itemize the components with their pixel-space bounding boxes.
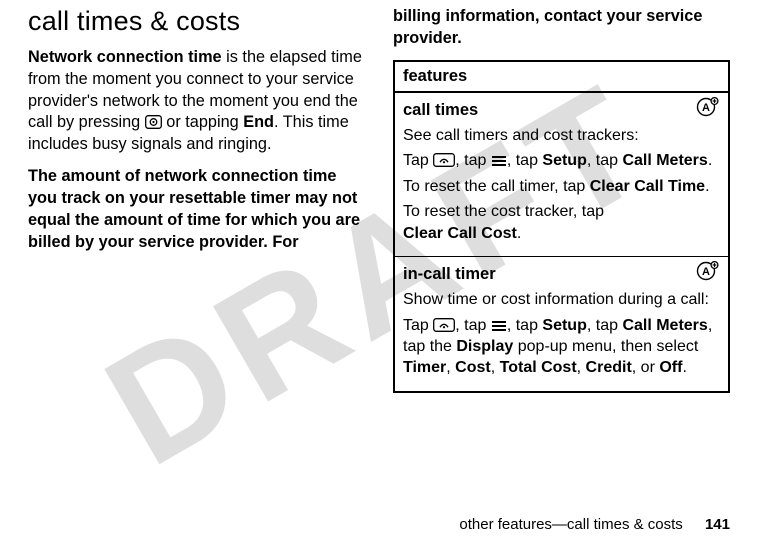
feature-instructions: Tap , tap , tap Setup, tap Call Meters. (403, 150, 720, 171)
text: To reset the call timer, tap (403, 178, 590, 195)
text: or tapping (162, 113, 243, 131)
call-meters-label: Call Meters (622, 152, 707, 169)
text: , tap (455, 152, 491, 169)
total-cost-option: Total Cost (500, 359, 577, 376)
sim-feature-icon: A (696, 97, 720, 123)
credit-option: Credit (586, 359, 632, 376)
setup-label: Setup (542, 152, 586, 169)
sim-feature-icon: A (696, 261, 720, 287)
section-heading: call times & costs (28, 6, 365, 37)
launcher-key-icon (433, 153, 455, 167)
end-label: End (243, 113, 274, 131)
text: , (491, 359, 500, 376)
features-table: features A call times See call timers an… (393, 60, 730, 393)
off-option: Off (659, 359, 682, 376)
feature-title: in-call timer (403, 263, 720, 285)
text: . (705, 178, 709, 195)
setup-label: Setup (542, 317, 586, 334)
cost-option: Cost (455, 359, 491, 376)
feature-reset-cost: To reset the cost tracker, tap Clear Cal… (403, 201, 720, 244)
features-header: features (394, 61, 729, 92)
menu-icon (491, 320, 507, 332)
svg-text:A: A (702, 266, 710, 278)
text: , tap (507, 317, 543, 334)
right-column: billing information, contact your servic… (393, 6, 730, 547)
billing-info-continued: billing information, contact your servic… (393, 6, 730, 50)
billing-note-paragraph: The amount of network connection time yo… (28, 166, 365, 253)
text: . (517, 225, 521, 242)
clear-call-cost-label: Clear Call Cost (403, 225, 517, 242)
feature-reset-timer: To reset the call timer, tap Clear Call … (403, 176, 720, 197)
text: , tap (507, 152, 543, 169)
text: Tap (403, 152, 433, 169)
call-meters-label: Call Meters (622, 317, 707, 334)
text: Tap (403, 317, 433, 334)
feature-desc: See call timers and cost trackers: (403, 125, 720, 146)
text: pop-up menu, then select (513, 338, 698, 355)
timer-option: Timer (403, 359, 446, 376)
text: , or (632, 359, 660, 376)
text: To reset the cost tracker, tap (403, 203, 604, 220)
table-row: A in-call timer Show time or cost inform… (394, 256, 729, 391)
end-key-icon (145, 115, 162, 129)
display-label: Display (456, 338, 513, 355)
network-time-paragraph: Network connection time is the elapsed t… (28, 47, 365, 156)
text: . (708, 152, 712, 169)
text: , tap (587, 152, 623, 169)
svg-text:A: A (702, 102, 710, 114)
clear-call-time-label: Clear Call Time (590, 178, 705, 195)
feature-title: call times (403, 99, 720, 121)
table-row: A call times See call timers and cost tr… (394, 92, 729, 257)
text: , (577, 359, 586, 376)
text: , tap (455, 317, 491, 334)
text: , (446, 359, 455, 376)
page-content: call times & costs Network connection ti… (28, 6, 730, 547)
left-column: call times & costs Network connection ti… (28, 6, 365, 547)
menu-icon (491, 155, 507, 167)
launcher-key-icon (433, 318, 455, 332)
feature-desc: Show time or cost information during a c… (403, 289, 720, 310)
feature-instructions: Tap , tap , tap Setup, tap Call Meters, … (403, 315, 720, 379)
text: , tap (587, 317, 623, 334)
network-time-bold: Network connection time (28, 48, 222, 66)
text: . (682, 359, 686, 376)
